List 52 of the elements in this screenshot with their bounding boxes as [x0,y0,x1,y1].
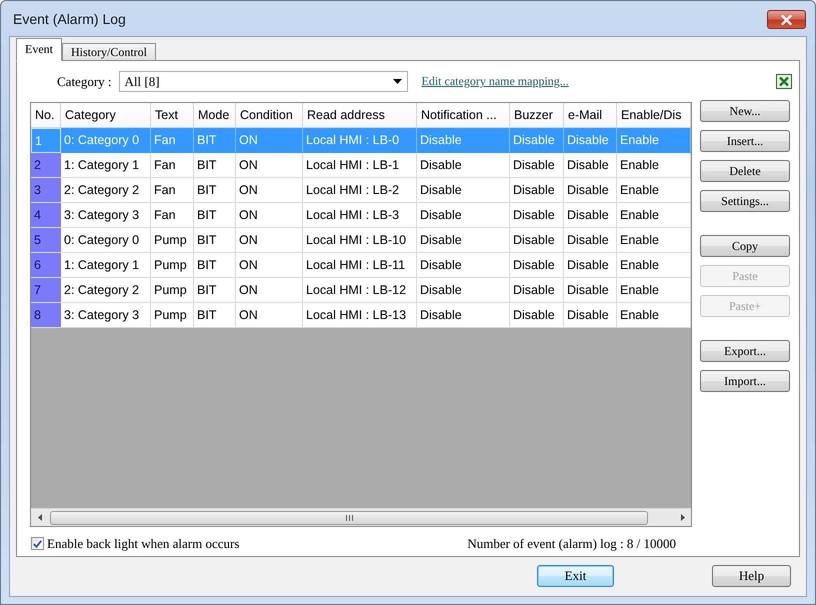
table-cell: ON [236,303,303,328]
action-button[interactable]: Import... [700,370,790,392]
action-button[interactable]: Settings... [700,190,790,212]
checkbox[interactable] [31,537,44,550]
mapping-link[interactable]: Edit category name mapping... [422,74,569,89]
row-number: 8 [31,303,61,328]
spreadsheet-icon[interactable] [776,74,792,89]
table-row[interactable]: 5 0: Category 0 Pump BIT ON Local HMI : LB-10 Disable Disable Disable Enable [31,228,691,253]
row-number: 5 [31,228,61,253]
row-number: 6 [31,253,61,278]
grip-icon [346,514,352,520]
action-button[interactable]: New... [700,100,790,122]
table-cell: Disable [417,303,510,328]
right-arrow-icon [680,514,684,521]
action-button[interactable]: Copy [700,235,790,257]
left-arrow-icon [38,514,42,521]
close-icon [781,14,792,24]
scrollbar-thumb[interactable] [50,510,648,524]
table-row[interactable]: 4 3: Category 3 Fan BIT ON Local HMI : LB-3 Disable Disable Disable Enable [31,203,691,228]
dialog-button[interactable]: Exit [537,565,614,587]
table-cell: Enable [617,303,691,328]
window-title: Event (Alarm) Log [13,10,126,26]
table-cell: Pump [151,303,194,328]
table-cell: BIT [194,303,236,328]
category-label: Category : [57,74,112,90]
action-button[interactable]: Insert... [700,130,790,152]
row-number: 3 [31,178,61,203]
table-row[interactable]: 8 3: Category 3 Pump BIT ON Local HMI : LB-13 Disable Disable Disable Enable [31,303,691,328]
table-cell: Disable [510,303,564,328]
caret-icon [392,79,402,84]
tab[interactable]: History/Control [62,43,156,61]
row-number: 7 [31,278,61,303]
row-number: 4 [31,203,61,228]
action-button[interactable]: Delete [700,160,790,182]
table-row[interactable]: 3 2: Category 2 Fan BIT ON Local HMI : LB-2 Disable Disable Disable Enable [31,178,691,203]
table-row[interactable]: 7 2: Category 2 Pump BIT ON Local HMI : LB-12 Disable Disable Disable Enable [31,278,691,303]
table-row[interactable]: 2 1: Category 1 Fan BIT ON Local HMI : LB-1 Disable Disable Disable Enable [31,153,691,178]
checkbox-label[interactable]: Enable back light when alarm occurs [47,536,240,552]
table-row[interactable]: 6 1: Category 1 Pump BIT ON Local HMI : LB-11 Disable Disable Disable Enable [31,253,691,278]
tab[interactable]: Event [16,38,62,61]
table-cell: 3: Category 3 [61,303,151,328]
row-number: 2 [31,153,61,178]
table-cell: Disable [564,303,617,328]
action-button[interactable]: Export... [700,340,790,362]
row-number: 1 [31,128,61,153]
close-button[interactable] [767,10,806,29]
dialog-button[interactable]: Help [712,565,791,587]
table-cell: Local HMI : LB-13 [303,303,417,328]
horizontal-scrollbar[interactable] [31,508,691,526]
check-icon [33,540,42,548]
log-count-text: Number of event (alarm) log : 8 / 10000 [467,536,677,552]
category-dropdown[interactable]: All [8] [118,71,408,92]
